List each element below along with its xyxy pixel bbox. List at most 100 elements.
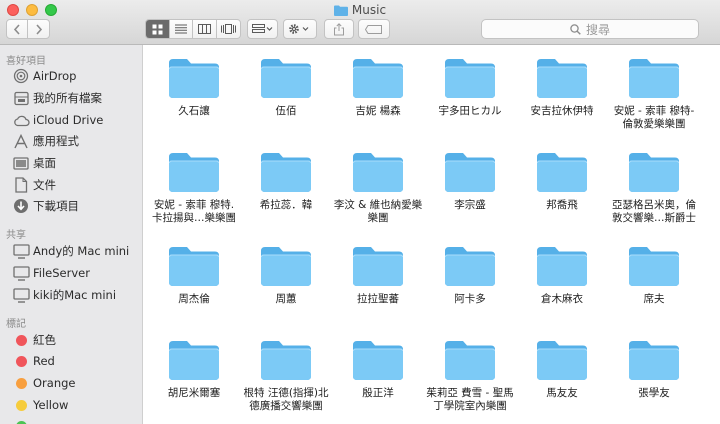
folder-icon	[332, 339, 424, 381]
folder-item[interactable]: 亞瑟格呂米奧，倫 敦交響樂…斯爵士	[608, 151, 700, 225]
sidebar-item-applications[interactable]: 應用程式	[12, 132, 79, 150]
folder-label-line: 馬友友	[546, 387, 578, 399]
sidebar-item-tag-red-zh[interactable]: 紅色	[12, 331, 56, 349]
back-button[interactable]	[7, 20, 29, 38]
orange-tag-dot-icon	[15, 377, 27, 389]
folder-icon	[608, 151, 700, 193]
finder-window: Music 搜尋 喜好項目 AirDrop 我的所有檔案 iCloud Driv…	[0, 0, 720, 424]
window-title-text: Music	[351, 3, 387, 17]
sidebar-item-label: Andy的 Mac mini	[33, 244, 130, 258]
sidebar-item-icloud-drive[interactable]: iCloud Drive	[12, 111, 103, 129]
folder-label: 席夫	[608, 293, 700, 306]
folder-icon	[332, 245, 424, 287]
folder-label: 殷正洋	[332, 387, 424, 400]
navigation-buttons	[6, 19, 50, 39]
forward-button[interactable]	[28, 20, 49, 38]
folder-label: 周杰倫	[148, 293, 240, 306]
folder-label-line: 張學友	[638, 387, 670, 399]
folder-item[interactable]: 安吉拉休伊特	[516, 57, 608, 118]
chevron-right-icon	[35, 23, 42, 35]
folder-item[interactable]: 周蕙	[240, 245, 332, 306]
cover-flow-button[interactable]	[217, 20, 240, 38]
folder-label: 宇多田ヒカル	[424, 105, 516, 118]
toolbar: Music 搜尋	[0, 0, 720, 45]
folder-item[interactable]: 李宗盛	[424, 151, 516, 212]
sidebar-item-tag-orange[interactable]: Orange	[12, 374, 76, 392]
cover-flow-icon	[220, 24, 236, 34]
folder-item[interactable]: 安妮 - 索菲 穆特- 倫敦愛樂樂團	[608, 57, 700, 131]
sidebar-item-downloads[interactable]: 下載項目	[12, 197, 79, 215]
folder-label-line: 丁學院室內樂團	[433, 400, 507, 412]
documents-icon	[12, 177, 30, 193]
folder-label: 阿卡多	[424, 293, 516, 306]
folder-item[interactable]: 希拉蕊．韓	[240, 151, 332, 212]
sidebar-item-documents[interactable]: 文件	[12, 176, 56, 194]
sidebar-item-label: FileServer	[33, 266, 90, 280]
search-field[interactable]: 搜尋	[481, 19, 699, 39]
folder-item[interactable]: 宇多田ヒカル	[424, 57, 516, 118]
sidebar-item-label: 桌面	[33, 156, 56, 170]
shared-header: 共享	[6, 230, 26, 241]
icon-view-button[interactable]	[146, 20, 170, 38]
folder-item[interactable]: 安妮 - 索菲 穆特. 卡拉揚與…樂樂團	[148, 151, 240, 225]
folder-label-line: 周杰倫	[178, 293, 210, 305]
folder-label-line: 胡尼米爾塞	[167, 387, 221, 399]
folder-label-line: 根特 汪德(指揮)北	[243, 387, 329, 399]
folder-item[interactable]: 伍佰	[240, 57, 332, 118]
folder-icon	[148, 57, 240, 99]
sidebar-item-kiki-mac-mini[interactable]: kiki的Mac mini	[12, 286, 116, 304]
folder-item[interactable]: 胡尼米爾塞	[148, 339, 240, 400]
sidebar-item-desktop[interactable]: 桌面	[12, 154, 56, 172]
folder-item[interactable]: 殷正洋	[332, 339, 424, 400]
folder-icon	[608, 339, 700, 381]
sidebar-item-tag-red[interactable]: Red	[12, 352, 55, 370]
folder-item[interactable]: 席夫	[608, 245, 700, 306]
folder-label-line: 德廣播交響樂團	[249, 400, 323, 412]
column-view-button[interactable]	[193, 20, 217, 38]
folder-icon	[516, 151, 608, 193]
folder-item[interactable]: 茱莉亞 費雪 - 聖馬 丁學院室內樂團	[424, 339, 516, 413]
folder-grid: 久石讓 伍佰 吉妮 楊森 宇多田ヒカル 安吉拉休伊特 安妮 - 索菲 穆特- 倫敦愛樂樂團安…	[143, 45, 720, 424]
folder-label: 倉木麻衣	[516, 293, 608, 306]
folder-item[interactable]: 張學友	[608, 339, 700, 400]
folder-label: 久石讓	[148, 105, 240, 118]
sidebar-item-airdrop[interactable]: AirDrop	[12, 67, 76, 85]
folder-item[interactable]: 阿卡多	[424, 245, 516, 306]
chevron-left-icon	[13, 23, 20, 35]
folder-item[interactable]: 邦喬飛	[516, 151, 608, 212]
list-view-button[interactable]	[170, 20, 193, 38]
sidebar-item-label: Yellow	[33, 398, 69, 412]
folder-icon	[332, 151, 424, 193]
red-tag-dot-icon	[15, 355, 27, 367]
edit-tags-button[interactable]	[358, 19, 390, 39]
sidebar-item-fileserver[interactable]: FileServer	[12, 264, 90, 282]
sidebar-item-all-files[interactable]: 我的所有檔案	[12, 89, 102, 107]
action-button[interactable]	[283, 19, 317, 39]
green-tag-dot-icon	[15, 420, 27, 424]
share-button[interactable]	[324, 19, 354, 39]
folder-item[interactable]: 久石讓	[148, 57, 240, 118]
folder-item[interactable]: 馬友友	[516, 339, 608, 400]
folder-item[interactable]: 拉拉聖蕃	[332, 245, 424, 306]
folder-item[interactable]: 根特 汪德(指揮)北 德廣播交響樂團	[240, 339, 332, 413]
folder-label-line: 敦交響樂…斯爵士	[612, 212, 696, 224]
folder-icon	[240, 57, 332, 99]
downloads-icon	[12, 198, 30, 214]
folder-item[interactable]: 李汶 & 維也納愛樂 樂團	[332, 151, 424, 225]
folder-item[interactable]: 周杰倫	[148, 245, 240, 306]
folder-item[interactable]: 吉妮 楊森	[332, 57, 424, 118]
folder-label-line: 李宗盛	[454, 199, 486, 211]
sidebar-item-label: 下載項目	[33, 199, 79, 213]
folder-label: 周蕙	[240, 293, 332, 306]
share-icon	[334, 22, 344, 35]
arrange-button[interactable]	[247, 19, 278, 39]
folder-label: 伍佰	[240, 105, 332, 118]
folder-label-line: 卡拉揚與…樂樂團	[152, 212, 236, 224]
sidebar-item-tag-green[interactable]	[12, 417, 33, 424]
sidebar-item-andy-mac-mini[interactable]: Andy的 Mac mini	[12, 242, 129, 260]
sidebar-item-tag-yellow[interactable]: Yellow	[12, 396, 68, 414]
folder-item[interactable]: 倉木麻衣	[516, 245, 608, 306]
folder-label-line: 周蕙	[275, 293, 297, 305]
folder-label: 李宗盛	[424, 199, 516, 212]
search-icon	[570, 23, 581, 35]
